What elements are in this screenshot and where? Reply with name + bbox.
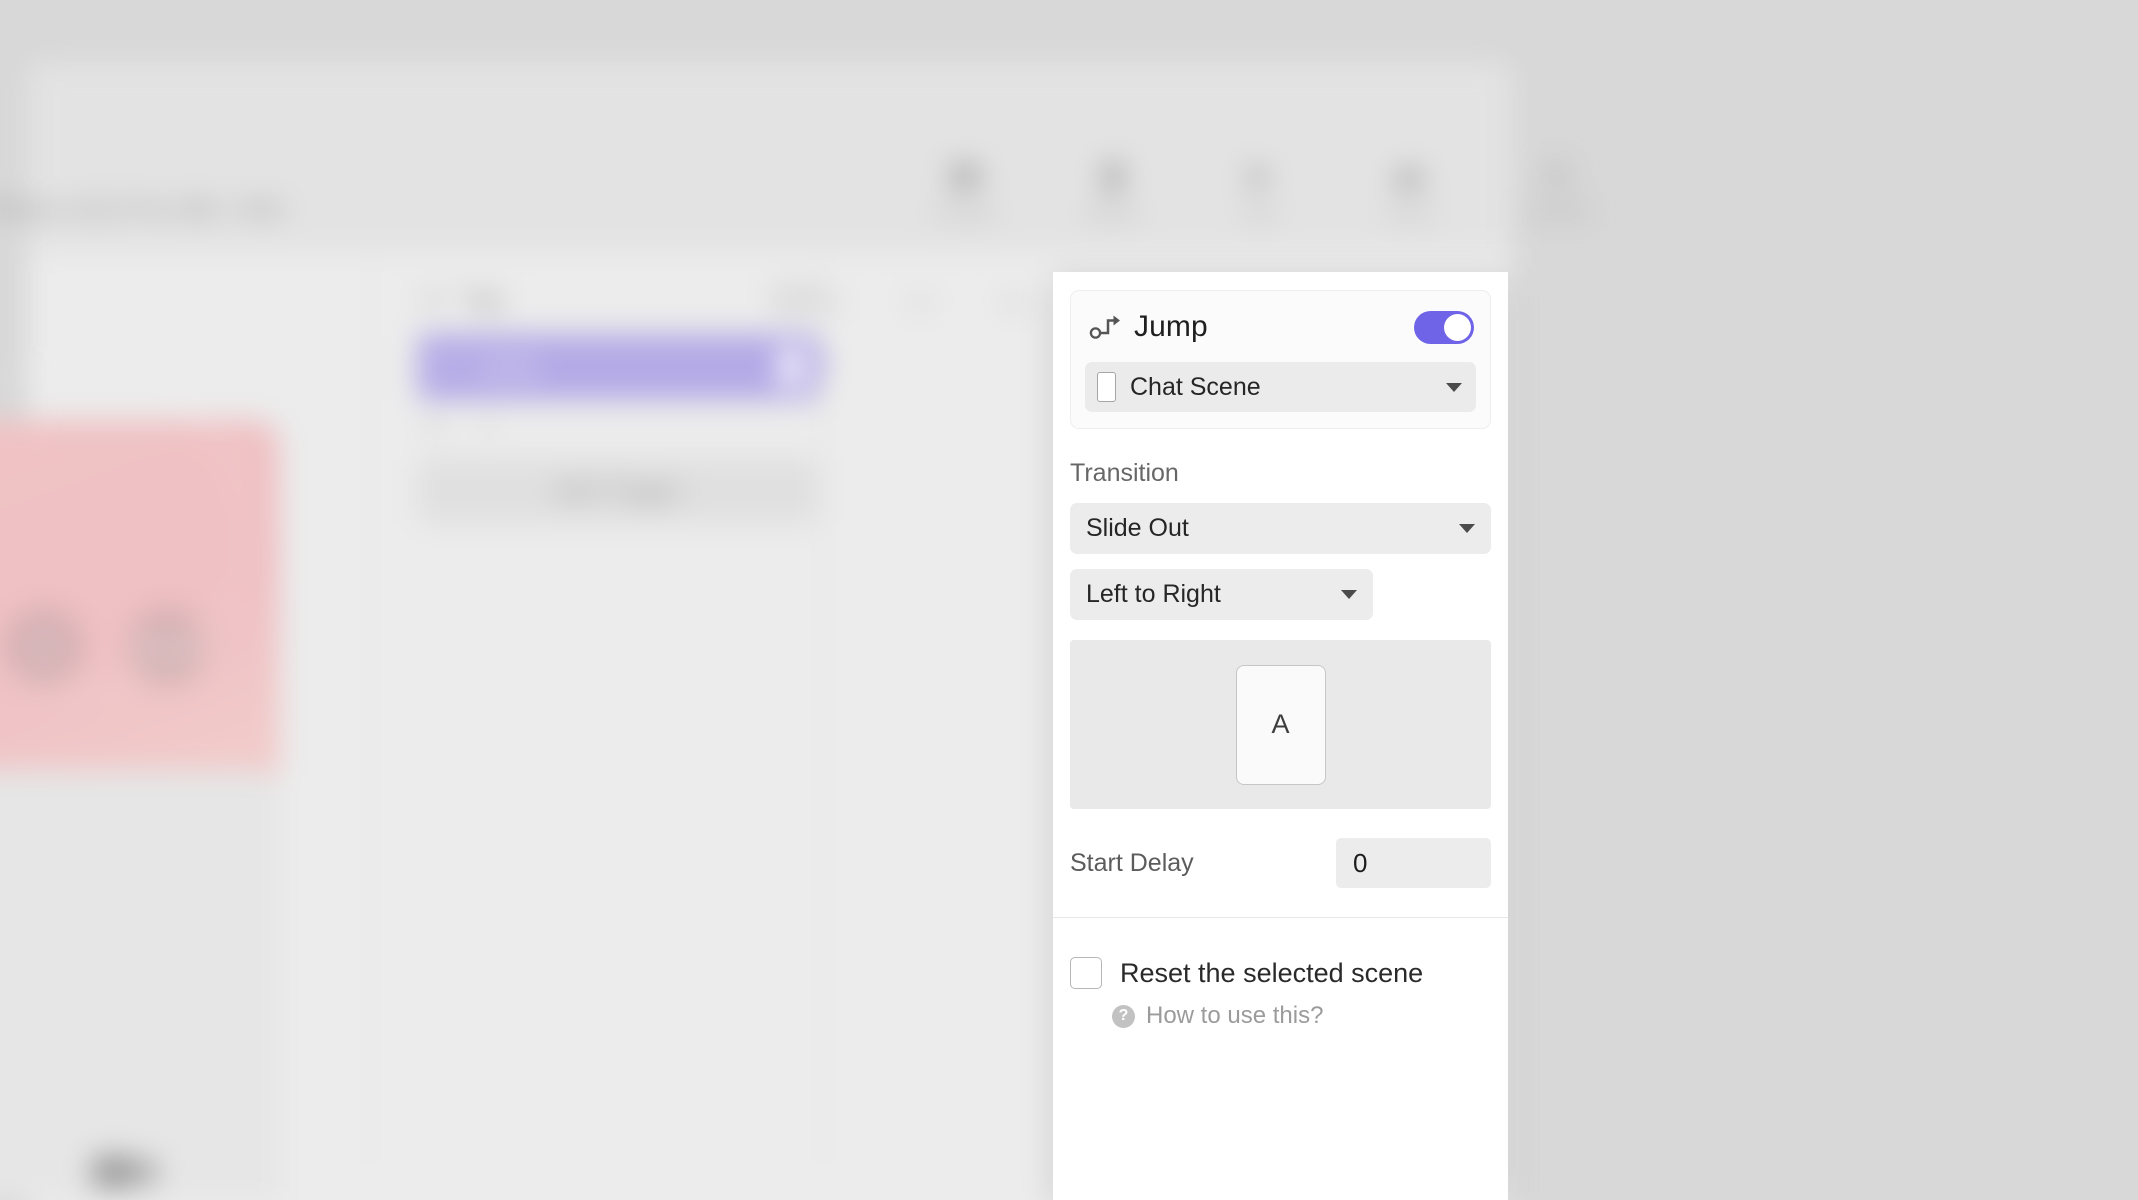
transition-type-select[interactable]: Slide Out (1070, 503, 1491, 554)
start-delay-label: Start Delay (1070, 848, 1194, 877)
tap-icon (422, 290, 444, 306)
upload-icon (32, 633, 56, 659)
transition-section: Transition Slide Out Left to Right (1053, 459, 1508, 620)
action-title: Jump (1134, 310, 1208, 343)
reset-scene-label: Reset the selected scene (1120, 957, 1424, 988)
action-inspector-panel: Jump Chat Scene Transition Slide Out Lef… (1053, 272, 1508, 1200)
transition-label: Transition (1070, 459, 1179, 487)
start-delay-value: 0 (1353, 847, 1368, 878)
connector-dot[interactable] (812, 355, 828, 371)
more-horizontal-icon (139, 641, 195, 653)
preview-icon (948, 160, 982, 194)
preview-card: A (1235, 664, 1326, 785)
add-trigger-button[interactable]: Add Trigger (418, 458, 818, 524)
start-delay-input[interactable]: 0 (1336, 838, 1491, 888)
action-row-jump[interactable]: Jump (418, 334, 818, 400)
ruler-tick: 0.4 (1000, 292, 1029, 314)
play-icon (1244, 160, 1278, 194)
toolbar-item-handoff[interactable]: HandOff (1522, 160, 1592, 223)
action-row-tools[interactable]: ⧉ ✦ (428, 416, 496, 437)
action-enabled-toggle[interactable] (1414, 310, 1474, 344)
canvas-scene-card[interactable] (0, 360, 280, 790)
toolbar-label: HandOff (1525, 203, 1589, 222)
ruler-tick: 0 (830, 292, 842, 314)
timeline-ruler: 0 0.2 0.4 (830, 292, 1029, 315)
transition-type-value: Slide Out (1086, 514, 1189, 542)
action-row-scene-icon (780, 348, 802, 386)
toolbar-item-run[interactable]: Run (1226, 160, 1296, 223)
handoff-icon (1540, 160, 1574, 194)
ruler-tick: 0.2 (907, 292, 935, 314)
chevron-down-icon (1341, 590, 1358, 599)
preview-card-label: A (1271, 709, 1290, 739)
how-to-use-link[interactable]: ? How to use this? (1112, 1002, 1491, 1030)
start-delay-row: Start Delay 0 (1070, 837, 1491, 889)
target-scene-select[interactable]: Chat Scene (1085, 362, 1476, 412)
upload-button[interactable] (5, 608, 83, 686)
trigger-name: Tap (462, 284, 504, 314)
trigger-chip[interactable] (770, 284, 826, 314)
video-icon[interactable] (92, 1150, 158, 1192)
jump-row-icon (437, 358, 454, 373)
action-header-card: Jump Chat Scene (1070, 290, 1491, 429)
duplicate-icon: ⧉ (428, 416, 441, 436)
phone-icon (1097, 372, 1116, 402)
target-scene-value: Chat Scene (1130, 372, 1261, 401)
add-icon: ✦ (480, 416, 496, 436)
transition-direction-value: Left to Right (1086, 580, 1221, 608)
question-mark-icon: ? (1112, 1004, 1135, 1028)
app-top-bar (28, 62, 1512, 252)
device-size-label: iPhone 12/12 Pro 390 × 844 (0, 196, 284, 222)
toolbar-label: Preview (934, 203, 996, 222)
canvas-scene-card-lower[interactable] (0, 770, 280, 1200)
more-button[interactable] (128, 608, 206, 686)
section-divider (1053, 917, 1508, 918)
transition-direction-select[interactable]: Left to Right (1070, 569, 1374, 620)
jump-icon (1088, 310, 1122, 344)
top-toolbar: Preview Device Run Cloud HandOff (930, 160, 1592, 223)
toolbar-item-cloud[interactable]: Cloud (1374, 160, 1444, 223)
device-icon (1096, 160, 1130, 194)
add-trigger-label: Add Trigger (553, 476, 683, 505)
cloud-icon (1392, 160, 1426, 194)
toolbar-item-device[interactable]: Device (1078, 160, 1148, 223)
toolbar-label: Run (1245, 203, 1277, 222)
toolbar-label: Cloud (1386, 203, 1432, 222)
toggle-knob (1444, 313, 1471, 341)
toolbar-label: Device (1087, 203, 1139, 222)
action-header-row: Jump (1085, 305, 1476, 349)
trigger-row-tap[interactable]: Tap (420, 284, 504, 315)
reset-scene-checkbox[interactable] (1070, 957, 1102, 989)
how-to-use-label: How to use this? (1146, 1002, 1324, 1029)
chevron-down-icon (1459, 524, 1475, 533)
reset-scene-row[interactable]: Reset the selected scene (1070, 957, 1491, 989)
left-divider (370, 262, 371, 1162)
trigger-list-panel: Tap Jump ⧉ ✦ Add Trigger (380, 258, 850, 658)
action-row-label: Jump (476, 352, 538, 381)
app-screen: iPhone 12/12 Pro 390 × 844 Preview Devic… (0, 0, 2138, 1200)
chevron-down-icon (1446, 382, 1462, 392)
transition-preview-stage[interactable]: A (1070, 640, 1491, 809)
toolbar-item-preview[interactable]: Preview (930, 160, 1000, 223)
